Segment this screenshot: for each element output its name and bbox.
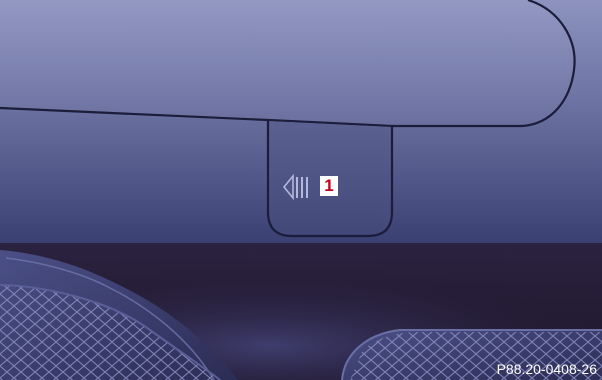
sun-visor [0,0,575,126]
illustration-frame: 1 P88.20-0408-26 [0,0,602,380]
vehicle-interior-illustration [0,0,602,380]
callout-number: 1 [320,176,338,196]
figure-code: P88.20-0408-26 [496,361,597,377]
